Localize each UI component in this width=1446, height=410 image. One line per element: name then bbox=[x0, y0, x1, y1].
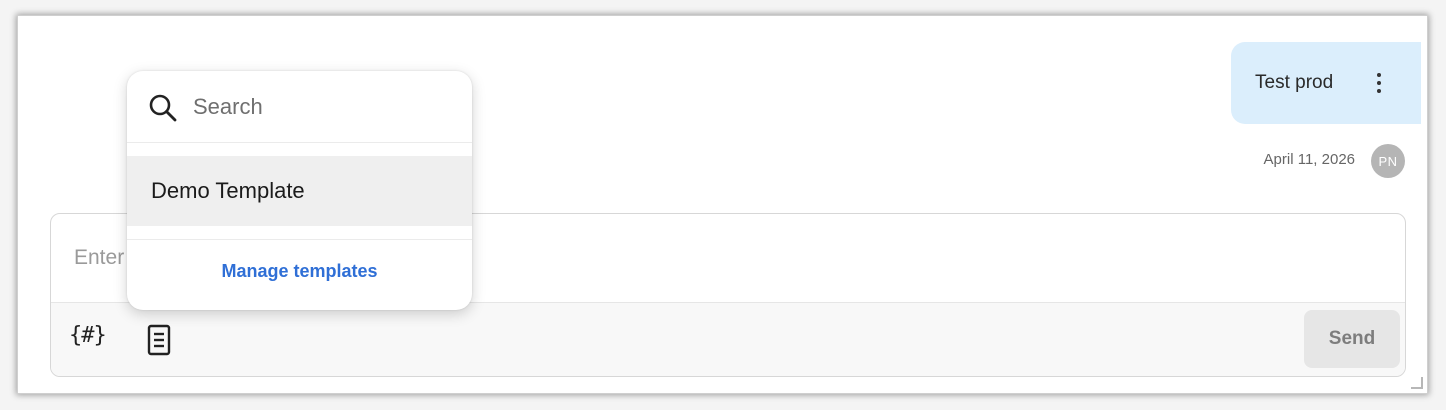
manage-templates-link[interactable]: Manage templates bbox=[127, 261, 472, 282]
insert-variable-button[interactable]: {#} bbox=[69, 323, 107, 348]
document-icon[interactable] bbox=[144, 323, 174, 357]
message-timestamp: April 11, 2026 bbox=[1263, 151, 1355, 168]
kebab-menu-icon[interactable] bbox=[1374, 73, 1384, 93]
send-button[interactable]: Send bbox=[1304, 310, 1400, 368]
message-bubble: Test prod bbox=[1231, 42, 1421, 124]
template-picker-popover: Demo Template Manage templates bbox=[127, 71, 472, 310]
template-search-input[interactable] bbox=[191, 87, 455, 127]
resize-grip-icon[interactable] bbox=[1411, 377, 1423, 389]
composer-toolbar: {#} Send bbox=[51, 302, 1405, 376]
template-search bbox=[127, 71, 472, 143]
message-meta: April 11, 2026 PN bbox=[1218, 144, 1408, 178]
template-item-demo[interactable]: Demo Template bbox=[127, 156, 472, 226]
message-text: Test prod bbox=[1255, 72, 1334, 93]
avatar: PN bbox=[1371, 144, 1405, 178]
divider bbox=[127, 239, 472, 240]
template-item-label: Demo Template bbox=[151, 178, 305, 203]
chat-window: Test prod April 11, 2026 PN {#} Send bbox=[17, 15, 1428, 394]
